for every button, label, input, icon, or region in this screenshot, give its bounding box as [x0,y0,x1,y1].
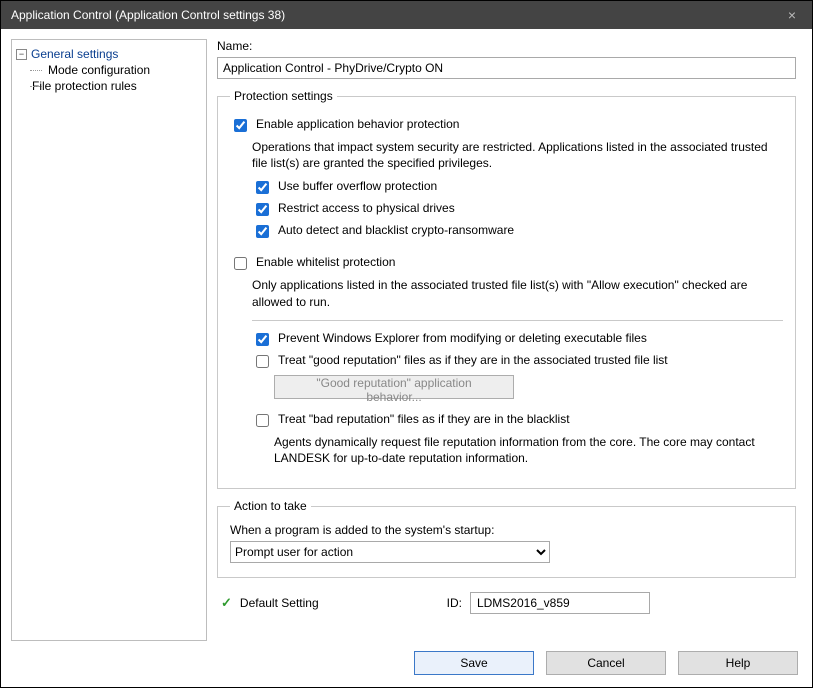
tree-label-fileprot: File protection rules [32,79,137,93]
protection-settings-group: Protection settings Enable application b… [217,89,796,489]
name-input[interactable] [217,57,796,79]
good-rep-checkbox[interactable] [256,355,269,368]
restrict-drives-checkbox[interactable] [256,203,269,216]
separator [252,320,783,321]
cancel-button[interactable]: Cancel [546,651,666,675]
good-rep-behavior-button[interactable]: "Good reputation" application behavior..… [274,375,514,399]
restrict-drives-label: Restrict access to physical drives [278,201,455,215]
titlebar: Application Control (Application Control… [1,1,812,29]
tree-label-mode: Mode configuration [48,63,150,77]
prevent-explorer-checkbox[interactable] [256,333,269,346]
whitelist-desc: Only applications listed in the associat… [252,277,783,309]
close-icon[interactable]: × [782,7,802,23]
default-setting-label: Default Setting [240,596,319,610]
good-rep-label: Treat "good reputation" files as if they… [278,353,668,367]
tree-toggle-icon[interactable]: − [16,49,27,60]
name-label: Name: [217,39,796,53]
startup-action-select[interactable]: Prompt user for action [230,541,550,563]
whitelist-label: Enable whitelist protection [256,255,395,269]
dialog-footer: Save Cancel Help [1,641,812,687]
action-legend: Action to take [230,499,311,513]
enable-behavior-checkbox[interactable] [234,119,247,132]
save-button[interactable]: Save [414,651,534,675]
window-title: Application Control (Application Control… [11,8,782,22]
bad-rep-desc: Agents dynamically request file reputati… [274,434,783,466]
protection-legend: Protection settings [230,89,337,103]
auto-blacklist-checkbox[interactable] [256,225,269,238]
status-row: ✓ Default Setting ID: [221,592,796,614]
check-icon: ✓ [221,595,232,611]
tree-node-file-protection[interactable]: File protection rules [16,78,202,94]
tree-node-mode-config[interactable]: Mode configuration [16,62,202,78]
whitelist-checkbox[interactable] [234,257,247,270]
enable-behavior-desc: Operations that impact system security a… [252,139,783,171]
bad-rep-label: Treat "bad reputation" files as if they … [278,412,570,426]
action-group: Action to take When a program is added t… [217,499,796,578]
dialog-window: Application Control (Application Control… [0,0,813,688]
settings-tree[interactable]: − General settings Mode configuration Fi… [11,39,207,641]
auto-blacklist-label: Auto detect and blacklist crypto-ransomw… [278,223,514,237]
help-button[interactable]: Help [678,651,798,675]
enable-behavior-label: Enable application behavior protection [256,117,459,131]
tree-label-general: General settings [31,47,118,61]
prevent-explorer-label: Prevent Windows Explorer from modifying … [278,331,647,345]
buffer-overflow-label: Use buffer overflow protection [278,179,437,193]
main-panel: Name: Protection settings Enable applica… [217,39,802,641]
action-prompt-label: When a program is added to the system's … [230,523,783,537]
bad-rep-checkbox[interactable] [256,414,269,427]
dialog-body: − General settings Mode configuration Fi… [1,29,812,641]
buffer-overflow-checkbox[interactable] [256,181,269,194]
id-label: ID: [447,596,462,610]
id-field[interactable] [470,592,650,614]
tree-node-general[interactable]: − General settings [16,46,202,62]
